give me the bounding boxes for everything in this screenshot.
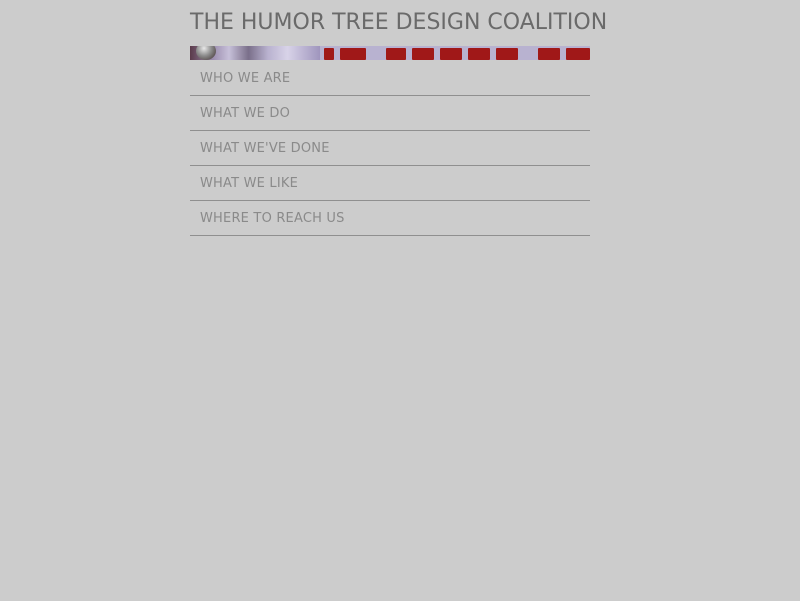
nav-item-label: WHAT WE DO <box>200 106 291 121</box>
nav-item-label: WHAT WE'VE DONE <box>200 141 330 156</box>
nav-item-who-we-are[interactable]: WHO WE ARE <box>190 61 590 96</box>
nav-item-what-we-like[interactable]: WHAT WE LIKE <box>190 166 590 201</box>
nav-item-what-we-do[interactable]: WHAT WE DO <box>190 96 590 131</box>
page: THE HUMOR TREE DESIGN COALITION WHO WE A… <box>0 0 800 601</box>
nav-item-label: WHO WE ARE <box>200 71 291 86</box>
banner-image <box>190 46 590 60</box>
nav-item-label: WHERE TO REACH US <box>200 211 345 226</box>
main-nav: WHO WE ARE WHAT WE DO WHAT WE'VE DONE WH… <box>190 61 590 236</box>
site-title: THE HUMOR TREE DESIGN COALITION <box>190 10 608 35</box>
nav-item-what-weve-done[interactable]: WHAT WE'VE DONE <box>190 131 590 166</box>
nav-item-label: WHAT WE LIKE <box>200 176 299 191</box>
banner-photo-right <box>320 46 590 60</box>
nav-item-where-to-reach-us[interactable]: WHERE TO REACH US <box>190 201 590 236</box>
